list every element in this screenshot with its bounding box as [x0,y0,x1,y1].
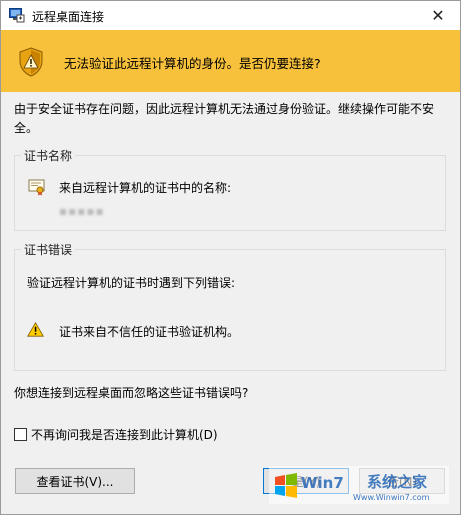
cert-name-label: 来自远程计算机的证书中的名称: [59,181,232,195]
cert-error-item: 证书来自不信任的证书验证机构。 [59,325,240,339]
view-certificate-button[interactable]: 查看证书(V)... [15,468,135,494]
no-button[interactable]: 否(N) [359,468,445,494]
cert-error-group: 证书错误 验证远程计算机的证书时遇到下列错误: 证书来自不信任的证书验证机构。 [14,241,446,371]
watermark-url: Www.Winwin7.com [353,493,430,502]
security-warning-shield-icon [19,47,43,77]
certificate-icon [28,179,45,196]
warning-banner: 无法验证此远程计算机的身份。是否仍要连接? [1,30,460,92]
cert-error-group-title: 证书错误 [24,243,73,257]
close-icon: ✕ [431,6,445,25]
remote-desktop-icon [9,8,25,23]
dont-ask-again-option[interactable]: 不再询问我是否连接到此计算机(D) [14,426,218,443]
warning-triangle-icon [27,322,44,337]
yes-button[interactable]: 是(Y) [263,468,349,494]
dont-ask-again-checkbox[interactable] [14,428,27,441]
description-text: 由于安全证书存在问题，因此远程计算机无法通过身份验证。继续操作可能不安全。 [14,102,435,135]
cert-name-group-title: 证书名称 [24,149,73,163]
window-title: 远程桌面连接 [32,10,105,24]
title-bar: 远程桌面连接 ✕ [1,1,460,30]
warning-message: 无法验证此远程计算机的身份。是否仍要连接? [64,56,321,71]
cert-name-value: ▪▪▪▪▪ [59,204,105,218]
close-button[interactable]: ✕ [416,1,460,30]
dont-ask-again-label: 不再询问我是否连接到此计算机(D) [31,428,218,442]
question-text: 你想连接到远程桌面而忽略这些证书错误吗? [14,386,249,400]
cert-error-intro: 验证远程计算机的证书时遇到下列错误: [27,276,236,290]
cert-name-group: 证书名称 来自远程计算机的证书中的名称: ▪▪▪▪▪ [14,147,446,231]
dialog-window: 远程桌面连接 ✕ 无法验证此远程计算机的身份。是否仍要连接? 由于安全证书存在问… [0,0,461,515]
